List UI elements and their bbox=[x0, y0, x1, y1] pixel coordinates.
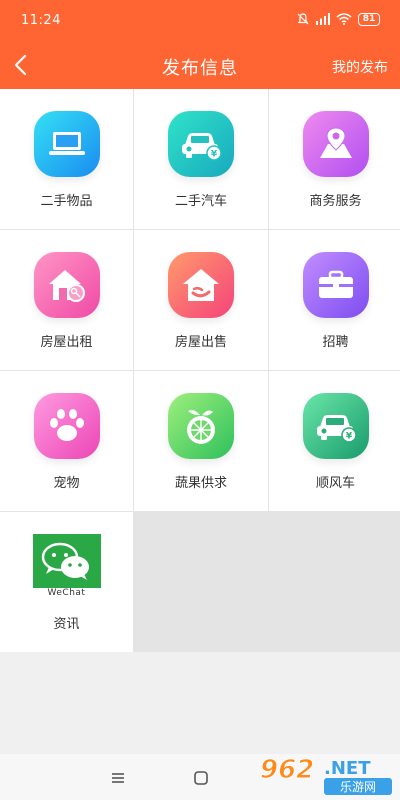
wechat-logo bbox=[32, 534, 101, 588]
briefcase-icon bbox=[302, 252, 369, 318]
home-square-icon bbox=[194, 771, 208, 785]
svg-text:乐游网: 乐游网 bbox=[340, 780, 376, 794]
category-label: 商务服务 bbox=[309, 194, 362, 209]
fruit-icon bbox=[168, 393, 234, 459]
status-icons: 81 bbox=[296, 12, 380, 26]
svg-text:¥: ¥ bbox=[211, 150, 218, 160]
category-label: 资讯 bbox=[53, 617, 80, 632]
status-bar: 11:24 81 bbox=[0, 0, 400, 42]
map-pin-icon bbox=[302, 111, 369, 177]
status-time: 11:24 bbox=[21, 13, 61, 28]
category-label: 房屋出租 bbox=[40, 335, 93, 350]
paw-icon bbox=[33, 393, 100, 459]
category-item-news[interactable]: WeChat 资讯 bbox=[0, 512, 133, 652]
wifi-icon bbox=[336, 13, 352, 25]
menu-icon bbox=[112, 773, 124, 783]
category-label: 招聘 bbox=[322, 335, 349, 350]
category-item-used-car[interactable]: ¥ 二手汽车 bbox=[134, 89, 268, 229]
category-label: 顺风车 bbox=[315, 476, 355, 491]
category-label: 二手物品 bbox=[40, 194, 93, 209]
category-item-pets[interactable]: 宠物 bbox=[0, 371, 133, 511]
svg-text:.NET: .NET bbox=[324, 758, 371, 779]
category-grid: 二手物品 ¥ 二手汽车 商务服务 房屋出租 房屋出售 招聘 宠物 蔬果供求 ¥ … bbox=[0, 89, 400, 652]
category-label: 蔬果供求 bbox=[174, 476, 227, 491]
category-label: 宠物 bbox=[53, 476, 80, 491]
category-item-carpool[interactable]: ¥ 顺风车 bbox=[269, 371, 400, 511]
nav-header: 发布信息 我的发布 bbox=[0, 42, 400, 89]
watermark-logo: 962 .NET 乐游网 bbox=[258, 752, 396, 796]
app-header-area: 11:24 81 发布信息 我的发布 bbox=[0, 0, 400, 89]
signal-icon bbox=[316, 13, 330, 25]
car-yen-icon: ¥ bbox=[168, 111, 234, 177]
wechat-icon: WeChat bbox=[32, 534, 101, 602]
svg-text:¥: ¥ bbox=[345, 432, 352, 442]
my-posts-link[interactable]: 我的发布 bbox=[332, 57, 388, 77]
laptop-icon bbox=[33, 111, 100, 177]
category-label: 二手汽车 bbox=[174, 194, 227, 209]
battery-indicator: 81 bbox=[358, 12, 380, 26]
mute-bell-icon bbox=[297, 13, 309, 25]
category-item-business-services[interactable]: 商务服务 bbox=[269, 89, 400, 229]
car-yen-icon: ¥ bbox=[302, 393, 369, 459]
category-item-recruitment[interactable]: 招聘 bbox=[269, 230, 400, 370]
category-item-fruit-vegetables[interactable]: 蔬果供求 bbox=[134, 371, 268, 511]
menu-button[interactable] bbox=[108, 768, 128, 788]
house-sale-icon bbox=[168, 252, 234, 318]
house-key-icon bbox=[33, 252, 100, 318]
home-button[interactable] bbox=[191, 768, 211, 788]
wechat-caption: WeChat bbox=[47, 588, 86, 598]
svg-text:962: 962 bbox=[260, 755, 314, 785]
category-item-house-rent[interactable]: 房屋出租 bbox=[0, 230, 133, 370]
category-item-second-hand-goods[interactable]: 二手物品 bbox=[0, 89, 133, 229]
category-label: 房屋出售 bbox=[174, 335, 227, 350]
category-item-house-sale[interactable]: 房屋出售 bbox=[134, 230, 268, 370]
